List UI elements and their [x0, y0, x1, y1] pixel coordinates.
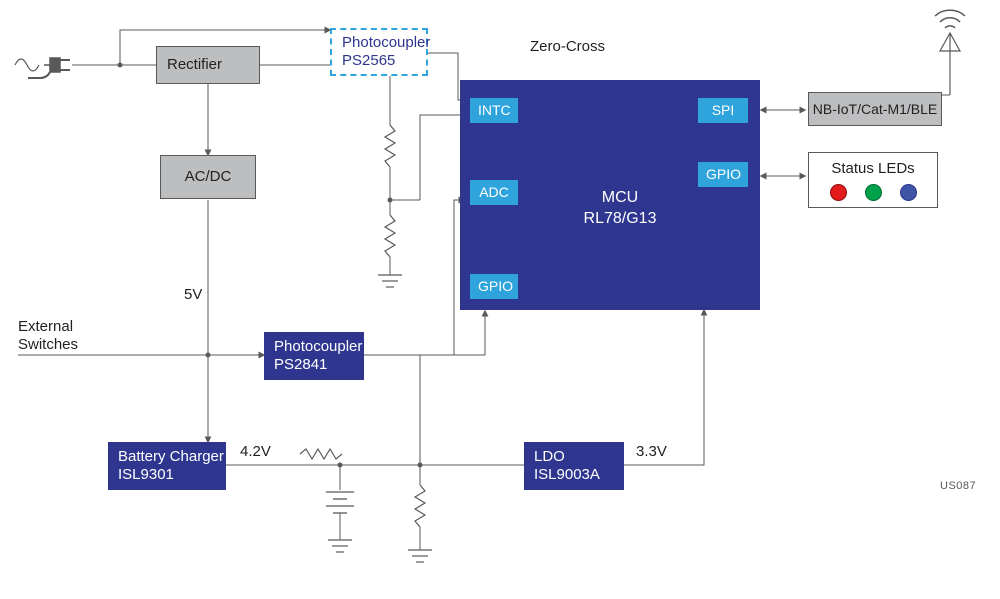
- ldo-line1: LDO: [534, 448, 614, 466]
- photocoupler2-line2: PS2841: [274, 356, 354, 374]
- chip-spi: SPI: [698, 98, 748, 123]
- photocoupler1-line1: Photocoupler: [342, 34, 416, 52]
- led-blue-icon: [900, 184, 917, 201]
- chip-adc: ADC: [470, 180, 518, 205]
- diagram-id: US087: [940, 480, 976, 492]
- mcu-part: RL78/G13: [560, 209, 680, 230]
- led-red-icon: [830, 184, 847, 201]
- chip-intc: INTC: [470, 98, 518, 123]
- ldo-block: LDO ISL9003A: [524, 442, 624, 490]
- wifi-icon: [935, 10, 965, 28]
- chip-gpio-left: GPIO: [470, 274, 518, 299]
- led-green-icon: [865, 184, 882, 201]
- photocoupler-ps2565-block: Photocoupler PS2565: [330, 28, 428, 76]
- mcu-title: MCU RL78/G13: [560, 188, 680, 230]
- rectifier-block: Rectifier: [156, 46, 260, 84]
- nbiot-block: NB-IoT/Cat-M1/BLE: [808, 92, 942, 126]
- ldo-line2: ISL9003A: [534, 466, 614, 484]
- ground-icon: [408, 550, 432, 562]
- label-5v: 5V: [184, 286, 202, 304]
- chip-gpio-right: GPIO: [698, 162, 748, 187]
- acdc-block: AC/DC: [160, 155, 256, 199]
- nbiot-label: NB-IoT/Cat-M1/BLE: [813, 101, 937, 118]
- label-external-switches: External Switches: [18, 318, 78, 354]
- label-4-2v: 4.2V: [240, 443, 271, 461]
- label-3-3v: 3.3V: [636, 443, 667, 461]
- ground-icon: [328, 540, 352, 552]
- label-external: External: [18, 318, 78, 336]
- photocoupler2-line1: Photocoupler: [274, 338, 354, 356]
- rectifier-label: Rectifier: [167, 56, 249, 74]
- status-leds-label: Status LEDs: [831, 160, 914, 178]
- mcu-block: INTC ADC GPIO SPI GPIO MCU RL78/G13: [460, 80, 760, 310]
- photocoupler1-line2: PS2565: [342, 52, 416, 70]
- label-switches: Switches: [18, 336, 78, 354]
- photocoupler-ps2841-block: Photocoupler PS2841: [264, 332, 364, 380]
- battery-charger-line1: Battery Charger: [118, 448, 216, 466]
- label-zero-cross: Zero-Cross: [530, 38, 605, 56]
- ac-sine-icon: [15, 59, 39, 71]
- battery-charger-block: Battery Charger ISL9301: [108, 442, 226, 490]
- battery-icon: [326, 492, 354, 513]
- mcu-name: MCU: [560, 188, 680, 209]
- battery-charger-line2: ISL9301: [118, 466, 216, 484]
- acdc-label: AC/DC: [185, 168, 232, 186]
- ground-icon: [378, 275, 402, 287]
- plug-icon: [28, 58, 70, 78]
- status-leds-block: Status LEDs: [808, 152, 938, 208]
